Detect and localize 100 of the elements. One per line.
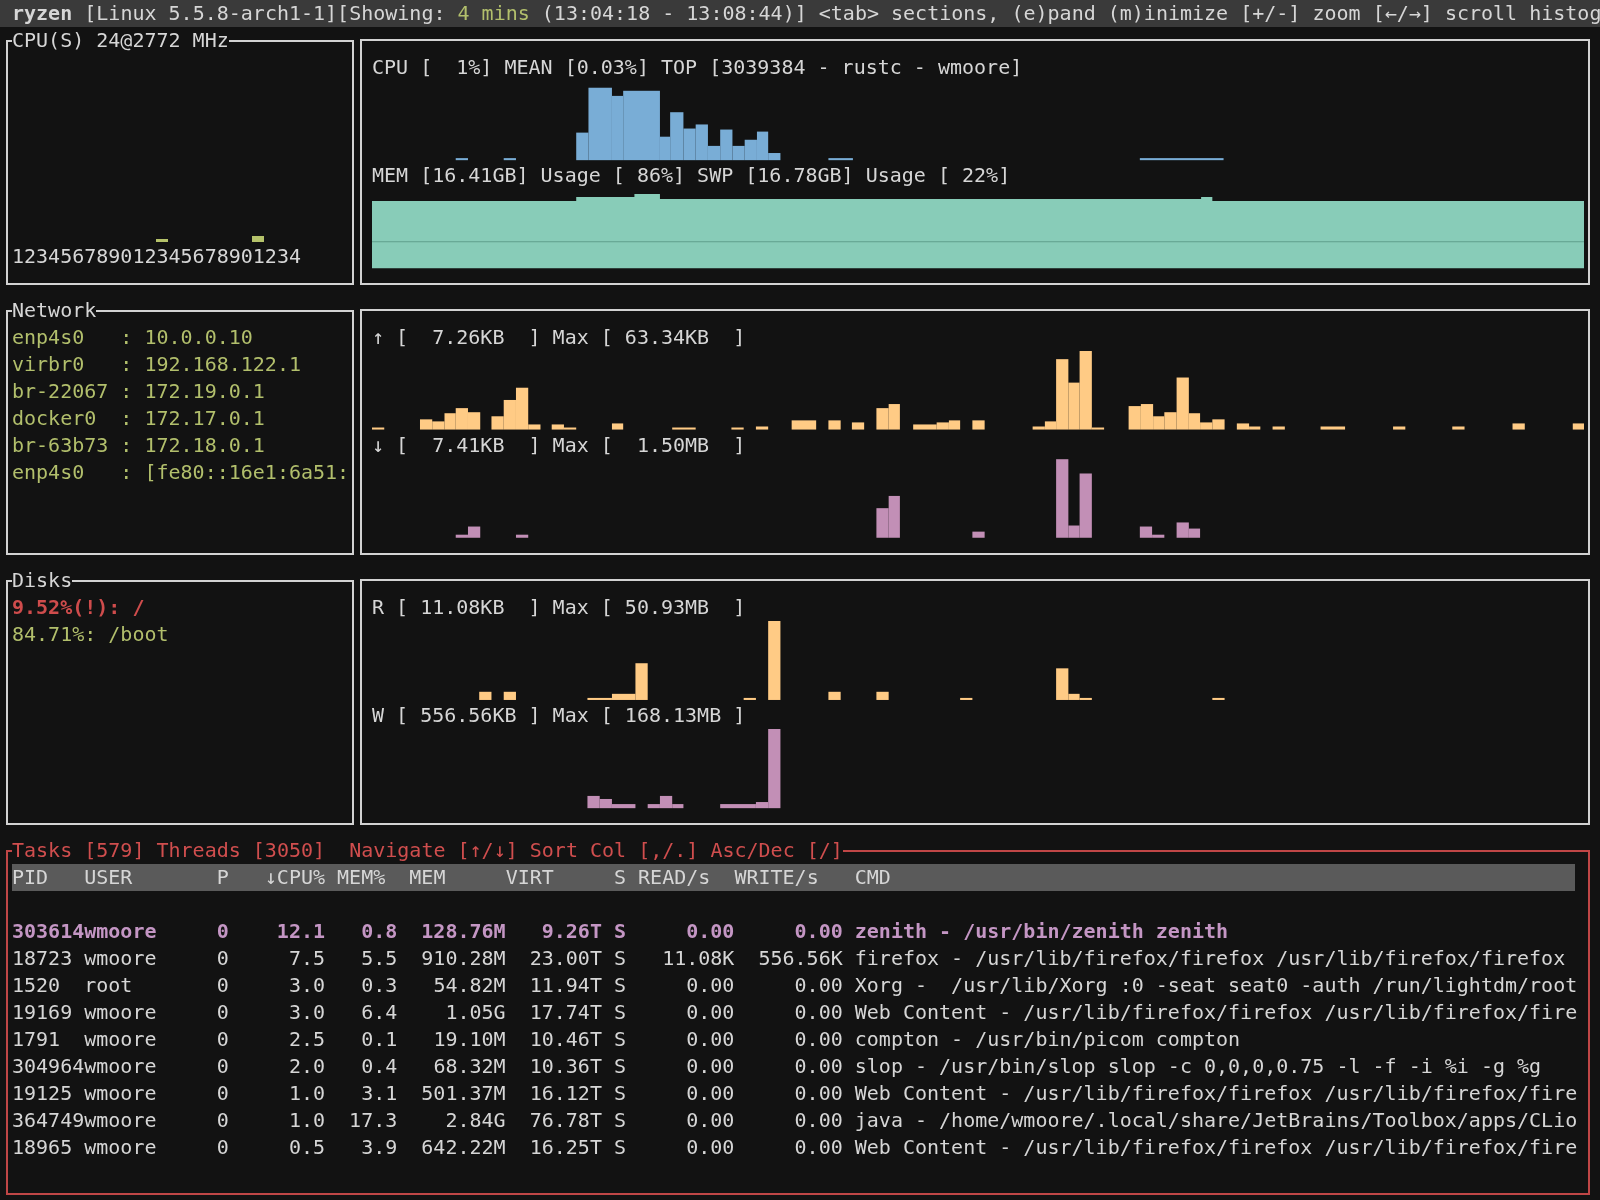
table-cell-text: 0.00 [793, 972, 843, 999]
table-cell: java - /home/wmoore/.local/share/JetBrains/Toolbox/apps/CLio [854, 1107, 1578, 1134]
table-cell-text: 0.00 [685, 918, 735, 945]
table-cell-text: 1.0 [287, 1107, 326, 1134]
write-summary: W [ 556.56KB ] Max [ 168.13MB ] [372, 702, 747, 729]
interface-address: enp4s0 : 10.0.0.10 [12, 324, 254, 351]
table-cell: Web Content - /usr/lib/firefox/firefox /usr/lib/firefox/fire [854, 1134, 1578, 1161]
table-cell-text: 642.22M [420, 1134, 506, 1161]
table-cell-text: 19125 [12, 1080, 74, 1107]
table-cell: 0 [216, 1026, 229, 1053]
histogram-bar [420, 419, 433, 430]
panel-title: Disks [12, 567, 73, 594]
column-header[interactable]: PID [12, 864, 85, 891]
table-cell-text: 1.05G [444, 999, 506, 1026]
interface-address: virbr0 : 192.168.122.1 [12, 351, 302, 378]
column-header[interactable]: P [216, 864, 229, 891]
table-cell-text: wmoore [84, 1107, 158, 1134]
column-header[interactable]: CMD [854, 864, 891, 891]
table-cell-text: 23.00T [528, 945, 602, 972]
core-usage-bar [252, 236, 264, 242]
table-cell: Xorg - /usr/lib/Xorg :0 -seat seat0 -auth /run/lightdm/root [854, 972, 1578, 999]
table-cell-text: 0.00 [793, 1107, 843, 1134]
table-cell-text: root [84, 972, 134, 999]
table-cell-text: 0.00 [685, 972, 735, 999]
table-cell: 0 [216, 945, 229, 972]
table-cell-text: 0.00 [793, 999, 843, 1026]
table-cell-text: 501.37M [420, 1080, 506, 1107]
upload-summary: ↑ [ 7.26KB ] Max [ 63.34KB ] [372, 324, 747, 351]
histogram-bar [828, 691, 841, 700]
table-cell: 364749 [12, 1107, 85, 1134]
histogram-bar [948, 420, 961, 430]
table-cell-text: S [613, 1053, 627, 1080]
table-cell-text: 556.56K [757, 945, 843, 972]
cpu-summary: CPU [ 1%] MEAN [0.03%] TOP [3039384 - rustc - wmoore] [372, 54, 1024, 81]
table-cell-text: 3.1 [360, 1080, 398, 1107]
table-cell-text: S [613, 1080, 627, 1107]
histogram-bar [1393, 426, 1406, 430]
histogram-bar [611, 423, 624, 430]
histogram-bar [1512, 423, 1525, 430]
table-cell-text: 6.4 [360, 999, 398, 1026]
column-header[interactable]: MEM% [325, 864, 386, 891]
histogram-bar [372, 427, 385, 430]
table-cell-text: 10.46T [528, 1026, 602, 1053]
disk-usage: 84.71%: /boot [12, 621, 170, 648]
table-cell-text: 0.3 [360, 972, 398, 999]
table-cell-text: 17.3 [348, 1107, 398, 1134]
table-cell-text: wmoore [84, 1080, 158, 1107]
disk-usage: 9.52%(!): / [12, 594, 146, 621]
table-cell: slop - /usr/bin/slop slop -c 0,0,0,0.75 -l -f -i %i -g %g [854, 1053, 1542, 1080]
table-cell-text: 2.84G [444, 1107, 506, 1134]
table-cell: 0 [216, 1053, 229, 1080]
interface-address: enp4s0 : [fe80::16e1:6a51: [12, 459, 348, 486]
histogram-bar [455, 158, 468, 161]
column-header[interactable]: WRITE/s [734, 864, 843, 891]
column-header[interactable]: ↓CPU% [228, 864, 326, 891]
histogram-bar [828, 420, 841, 430]
panel-title: Network [12, 297, 97, 324]
table-cell-text: wmoore [84, 945, 158, 972]
table-cell-text: 1520 [12, 972, 62, 999]
table-cell-text: 1.0 [287, 1080, 326, 1107]
table-cell-text: 0.00 [685, 1053, 735, 1080]
interface-address: br-22067 : 172.19.0.1 [12, 378, 266, 405]
table-cell-text: 18965 [12, 1134, 74, 1161]
table-cell-text: 2.5 [287, 1026, 326, 1053]
table-cell-text: 3.9 [360, 1134, 398, 1161]
table-cell-text: S [613, 1107, 627, 1134]
column-header[interactable]: MEM [409, 864, 506, 891]
interface-address: br-63b73 : 172.18.0.1 [12, 432, 266, 459]
table-cell-text: wmoore [84, 1134, 158, 1161]
histogram-bar [1452, 426, 1465, 430]
table-cell-text: 3.0 [287, 999, 326, 1026]
table-cell-text: 0.1 [360, 1026, 398, 1053]
table-cell: 0 [216, 999, 229, 1026]
column-header[interactable]: S [601, 864, 627, 891]
table-cell-text: 0.00 [685, 1026, 735, 1053]
histogram-bar [972, 531, 985, 538]
table-cell-text: 7.5 [287, 945, 326, 972]
histogram-bar [587, 795, 600, 809]
histogram-bar [960, 697, 973, 700]
table-cell: 0 [216, 972, 229, 999]
histogram-bar [1212, 697, 1225, 700]
table-cell: 304964 [12, 1053, 85, 1080]
histogram-bar [876, 408, 889, 430]
table-cell-text: S [613, 1026, 627, 1053]
table-cell-text: 16.25T [528, 1134, 602, 1161]
column-header[interactable]: READ/s [638, 864, 735, 891]
histogram-bar [972, 420, 985, 430]
table-cell-text: 2.0 [287, 1053, 326, 1080]
table-cell-text: S [613, 945, 627, 972]
panel-title: Tasks [579] Threads [3050] Navigate [↑/↓] Sort Col [,/.] Asc/Dec [/] [12, 837, 843, 864]
memory-summary: MEM [16.41GB] Usage [ 86%] SWP [16.78GB] Usage [ 22%] [372, 162, 1012, 189]
column-header[interactable]: VIRT [505, 864, 602, 891]
table-cell-text: 1791 [12, 1026, 62, 1053]
table-cell-text: 0.00 [793, 918, 843, 945]
column-header[interactable]: USER [84, 864, 217, 891]
histogram-bar [828, 158, 853, 161]
histogram-bar [888, 404, 900, 430]
table-cell-text: 16.12T [528, 1080, 602, 1107]
read-summary: R [ 11.08KB ] Max [ 50.93MB ] [372, 594, 747, 621]
histogram-bar [515, 534, 529, 538]
